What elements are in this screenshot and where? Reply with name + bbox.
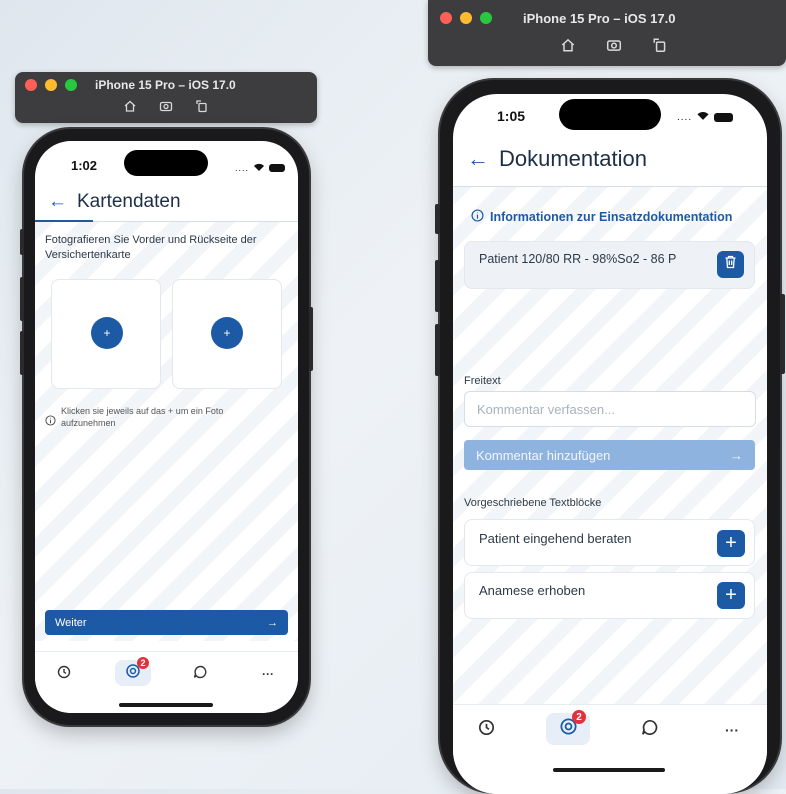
tab-history[interactable] <box>53 663 75 685</box>
clock-icon <box>478 719 495 741</box>
entry-text: Patient 120/80 RR - 98%So2 - 86 P <box>479 252 677 266</box>
tab-emergency[interactable]: 2 <box>115 657 151 686</box>
page-title: Kartendaten <box>77 191 181 212</box>
rotate-icon[interactable] <box>195 99 209 113</box>
arrow-right-icon: → <box>730 447 743 463</box>
photo-slot-back[interactable]: + <box>172 279 282 389</box>
zoom-window-button[interactable] <box>480 12 492 24</box>
textblocks-label: Vorgeschriebene Textblöcke <box>464 497 602 509</box>
rotate-icon[interactable] <box>652 37 668 53</box>
simulator-title: iPhone 15 Pro – iOS 17.0 <box>95 78 236 92</box>
simulator-title: iPhone 15 Pro – iOS 17.0 <box>523 11 676 26</box>
textblock-text: Anamese erhoben <box>479 583 586 598</box>
back-arrow-icon[interactable]: ← <box>467 146 489 172</box>
status-time: 1:02 <box>71 158 98 173</box>
comment-placeholder: Kommentar verfassen... <box>477 401 615 417</box>
screen-right: 1:05 .... ← Dokumentation Informationen … <box>453 94 767 794</box>
simulator-toolbar-left: iPhone 15 Pro – iOS 17.0 <box>15 72 317 123</box>
instruction-text: Fotografieren Sie Vorder und Rückseite d… <box>45 234 257 261</box>
add-photo-button[interactable]: + <box>211 317 243 349</box>
clock-icon <box>57 665 71 684</box>
screenshot-icon[interactable] <box>159 99 173 113</box>
textblock-item: Patient eingehend beraten + <box>464 519 755 566</box>
status-time: 1:05 <box>497 108 526 124</box>
more-icon: ··· <box>725 722 739 738</box>
add-comment-button[interactable]: Kommentar hinzufügen → <box>464 440 755 470</box>
add-textblock-button[interactable]: + <box>717 530 745 557</box>
battery-icon <box>269 164 286 172</box>
continue-button[interactable]: Weiter → <box>45 610 288 635</box>
arrow-right-icon: → <box>267 616 278 629</box>
more-icon: ··· <box>262 667 274 681</box>
freitext-label: Freitext <box>464 375 501 387</box>
close-window-button[interactable] <box>25 79 37 91</box>
minimize-window-button[interactable] <box>460 12 472 24</box>
hint-text: Klicken sie jeweils auf das + um ein Fot… <box>61 406 224 428</box>
screen-left: 1:02 .... ← Kartendaten Fotografieren Si… <box>35 141 298 713</box>
photo-slot-front[interactable]: + <box>51 279 161 389</box>
tab-chat[interactable] <box>636 717 662 743</box>
info-icon <box>45 413 56 431</box>
home-icon[interactable] <box>560 37 576 53</box>
tab-history[interactable] <box>473 717 499 743</box>
tab-more[interactable]: ··· <box>257 663 279 685</box>
comment-input[interactable]: Kommentar verfassen... <box>464 391 756 427</box>
notification-badge: 2 <box>137 657 149 669</box>
info-icon <box>471 209 484 225</box>
iphone-frame-right: 1:05 .... ← Dokumentation Informationen … <box>435 80 785 794</box>
documentation-entry: Patient 120/80 RR - 98%So2 - 86 P <box>464 241 755 289</box>
chat-bubble-icon <box>193 665 207 684</box>
textblock-text: Patient eingehend beraten <box>479 531 632 546</box>
minimize-window-button[interactable] <box>45 79 57 91</box>
add-textblock-button[interactable]: + <box>717 582 745 609</box>
zoom-window-button[interactable] <box>65 79 77 91</box>
home-icon[interactable] <box>123 99 137 113</box>
iphone-frame-left: 1:02 .... ← Kartendaten Fotografieren Si… <box>20 129 313 725</box>
info-link[interactable]: Informationen zur Einsatzdokumentation <box>471 209 732 225</box>
battery-icon <box>714 112 734 122</box>
textblock-item: Anamese erhoben + <box>464 572 755 619</box>
screenshot-icon[interactable] <box>606 37 622 53</box>
chat-bubble-icon <box>641 719 658 741</box>
tab-chat[interactable] <box>189 663 211 685</box>
trash-icon <box>724 255 737 274</box>
add-photo-button[interactable]: + <box>91 317 123 349</box>
tab-emergency[interactable]: 2 <box>546 710 590 745</box>
notification-badge: 2 <box>572 710 586 724</box>
close-window-button[interactable] <box>440 12 452 24</box>
wifi-icon <box>696 108 710 126</box>
page-title: Dokumentation <box>499 146 647 171</box>
simulator-toolbar-right: iPhone 15 Pro – iOS 17.0 <box>428 0 786 66</box>
tab-more[interactable]: ··· <box>719 717 745 743</box>
back-arrow-icon[interactable]: ← <box>48 191 67 213</box>
delete-button[interactable] <box>717 251 744 278</box>
wifi-icon <box>253 159 265 177</box>
